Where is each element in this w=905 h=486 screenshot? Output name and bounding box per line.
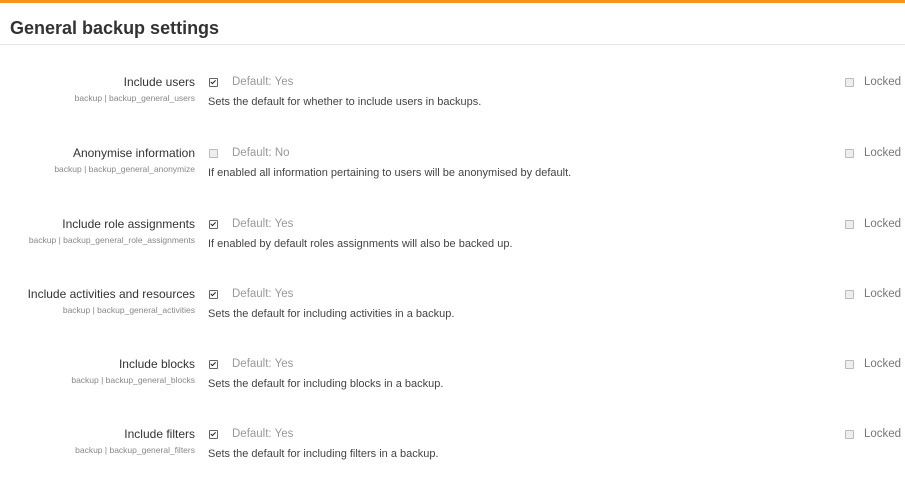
- locked-checkbox[interactable]: [845, 78, 854, 87]
- locked-label: Locked: [864, 428, 902, 440]
- section-divider: [0, 44, 905, 45]
- locked-label: Locked: [864, 76, 902, 88]
- include-activities-checkbox[interactable]: [209, 290, 218, 299]
- setting-key: backup | backup_general_activities: [62, 305, 195, 315]
- setting-description: If enabled all information pertaining to…: [208, 167, 572, 179]
- setting-description: Sets the default for including activitie…: [208, 308, 455, 320]
- locked-checkbox[interactable]: [845, 290, 854, 299]
- setting-row-include-users: Include users backup | backup_general_us…: [0, 74, 905, 134]
- anonymise-information-checkbox[interactable]: [209, 149, 218, 158]
- default-value: Default: Yes: [232, 288, 294, 300]
- accent-top-border: [0, 0, 905, 3]
- setting-key: backup | backup_general_filters: [75, 445, 195, 455]
- default-value: Default: Yes: [232, 218, 294, 230]
- setting-label: Include filters: [124, 427, 195, 441]
- setting-label: Include blocks: [118, 357, 195, 371]
- setting-key: backup | backup_general_anonymize: [54, 164, 195, 174]
- setting-row-anonymise-information: Anonymise information backup | backup_ge…: [0, 145, 905, 205]
- setting-label: Include role assignments: [62, 217, 195, 231]
- setting-label-group: Include users backup | backup_general_us…: [0, 74, 195, 104]
- setting-row-include-activities: Include activities and resources backup …: [0, 286, 905, 346]
- default-value: Default: Yes: [232, 358, 294, 370]
- setting-row-include-blocks: Include blocks backup | backup_general_b…: [0, 356, 905, 416]
- locked-checkbox[interactable]: [845, 430, 854, 439]
- setting-label: Include users: [123, 75, 195, 89]
- setting-row-include-role-assignments: Include role assignments backup | backup…: [0, 216, 905, 276]
- locked-checkbox[interactable]: [845, 360, 854, 369]
- locked-label: Locked: [864, 218, 902, 230]
- locked-label: Locked: [864, 358, 902, 370]
- setting-row-include-filters: Include filters backup | backup_general_…: [0, 426, 905, 486]
- locked-checkbox[interactable]: [845, 149, 854, 158]
- setting-label-group: Anonymise information backup | backup_ge…: [0, 145, 195, 175]
- setting-description: If enabled by default roles assignments …: [208, 238, 513, 250]
- setting-key: backup | backup_general_users: [74, 93, 195, 103]
- default-value: Default: No: [232, 147, 290, 159]
- setting-label: Include activities and resources: [27, 287, 195, 301]
- default-value: Default: Yes: [232, 76, 294, 88]
- include-filters-checkbox[interactable]: [209, 430, 218, 439]
- setting-description: Sets the default for including blocks in…: [208, 378, 444, 390]
- include-users-checkbox[interactable]: [209, 78, 218, 87]
- setting-description: Sets the default for whether to include …: [208, 96, 482, 108]
- setting-description: Sets the default for including filters i…: [208, 448, 439, 460]
- setting-key: backup | backup_general_role_assignments: [28, 235, 195, 245]
- locked-label: Locked: [864, 147, 902, 159]
- locked-label: Locked: [864, 288, 902, 300]
- default-value: Default: Yes: [232, 428, 294, 440]
- setting-key: backup | backup_general_blocks: [71, 375, 195, 385]
- setting-label-group: Include role assignments backup | backup…: [0, 216, 195, 246]
- setting-label-group: Include filters backup | backup_general_…: [0, 426, 195, 456]
- include-blocks-checkbox[interactable]: [209, 360, 218, 369]
- setting-label: Anonymise information: [72, 146, 195, 160]
- locked-checkbox[interactable]: [845, 220, 854, 229]
- include-role-assignments-checkbox[interactable]: [209, 220, 218, 229]
- section-title: General backup settings: [10, 18, 220, 38]
- setting-label-group: Include blocks backup | backup_general_b…: [0, 356, 195, 386]
- setting-label-group: Include activities and resources backup …: [0, 286, 195, 316]
